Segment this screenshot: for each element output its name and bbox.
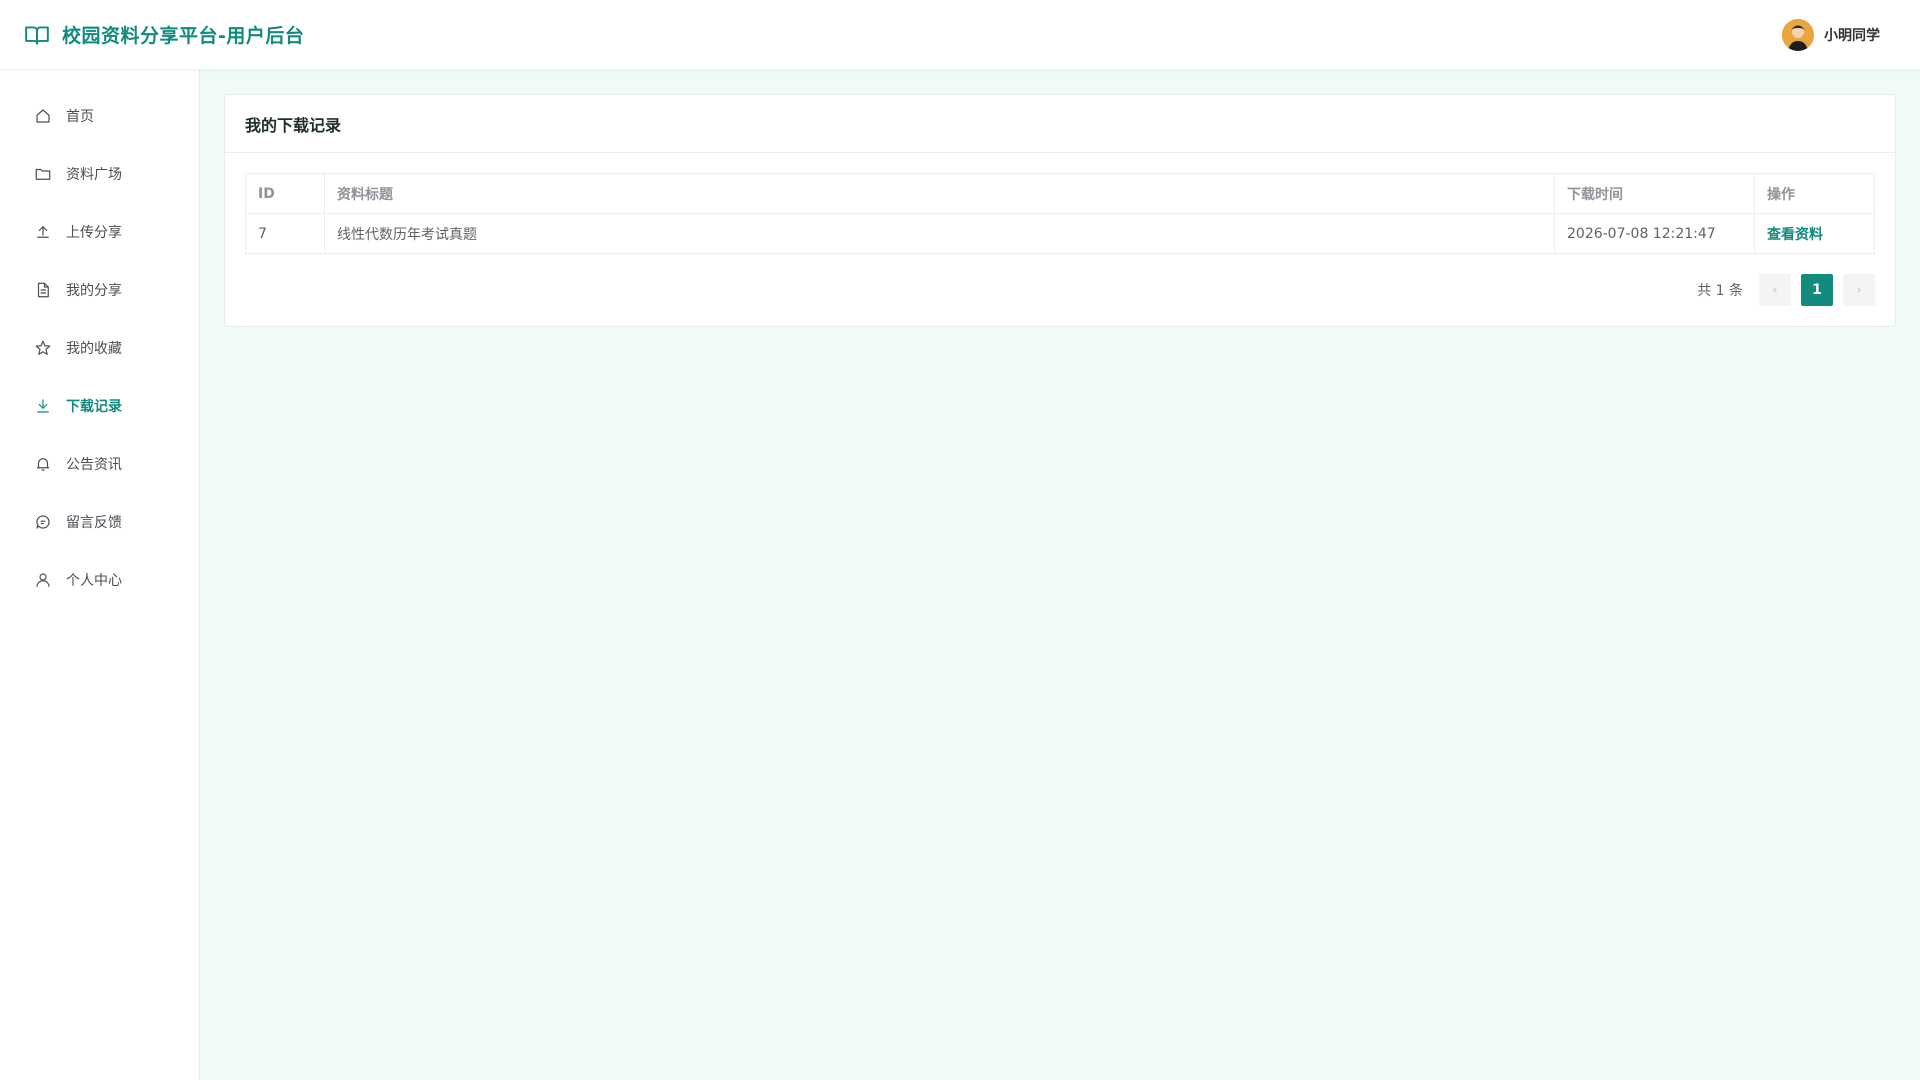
download-table: ID 资料标题 下载时间 操作 7 线性代数历年考试真题 2026-07-08 … xyxy=(245,173,1875,254)
sidebar-item-upload[interactable]: 上传分享 xyxy=(0,203,199,261)
sidebar-item-label: 资料广场 xyxy=(66,167,122,183)
sidebar-item-resource-square[interactable]: 资料广场 xyxy=(0,145,199,203)
star-icon xyxy=(34,339,52,357)
brand[interactable]: 校园资料分享平台-用户后台 xyxy=(24,21,304,48)
user-name: 小明同学 xyxy=(1824,27,1880,44)
sidebar-item-home[interactable]: 首页 xyxy=(0,87,199,145)
download-icon xyxy=(34,397,52,415)
sidebar-item-label: 上传分享 xyxy=(66,225,122,241)
sidebar-item-label: 公告资讯 xyxy=(66,457,122,473)
user-icon xyxy=(34,571,52,589)
book-open-icon xyxy=(24,22,50,48)
sidebar-item-label: 我的分享 xyxy=(66,283,122,299)
upload-icon xyxy=(34,223,52,241)
view-resource-button[interactable]: 查看资料 xyxy=(1767,227,1823,243)
next-page-button[interactable]: › xyxy=(1843,274,1875,306)
sidebar: 首页 资料广场 上传分享 我的分享 我的收藏 下载记录 公告资讯 留言反馈 个人… xyxy=(0,69,200,1080)
sidebar-item-label: 下载记录 xyxy=(66,399,122,415)
chat-icon xyxy=(34,513,52,531)
sidebar-item-feedback[interactable]: 留言反馈 xyxy=(0,493,199,551)
table-header-row: ID 资料标题 下载时间 操作 xyxy=(245,173,1875,214)
sidebar-item-profile[interactable]: 个人中心 xyxy=(0,551,199,609)
cell-id: 7 xyxy=(245,213,325,254)
sidebar-item-favorites[interactable]: 我的收藏 xyxy=(0,319,199,377)
pagination: 共 1 条 ‹ 1 › xyxy=(245,274,1875,306)
download-records-card: 我的下载记录 ID 资料标题 下载时间 操作 7 线性代数历年考试真题 2026… xyxy=(224,94,1896,327)
avatar[interactable] xyxy=(1782,18,1814,51)
bell-icon xyxy=(34,455,52,473)
sidebar-item-label: 个人中心 xyxy=(66,573,122,589)
sidebar-item-announcements[interactable]: 公告资讯 xyxy=(0,435,199,493)
cell-time: 2026-07-08 12:21:47 xyxy=(1554,213,1755,254)
table-row: 7 线性代数历年考试真题 2026-07-08 12:21:47 查看资料 xyxy=(245,213,1875,254)
top-header: 校园资料分享平台-用户后台 小明同学 xyxy=(0,0,1920,69)
card-title: 我的下载记录 xyxy=(225,95,1895,153)
sidebar-item-label: 留言反馈 xyxy=(66,515,122,531)
prev-page-button[interactable]: ‹ xyxy=(1759,274,1791,306)
home-icon xyxy=(34,107,52,125)
sidebar-item-label: 首页 xyxy=(66,109,94,125)
user-menu[interactable]: 小明同学 xyxy=(1782,18,1880,51)
cell-title: 线性代数历年考试真题 xyxy=(324,213,1555,254)
page-number-current[interactable]: 1 xyxy=(1801,274,1833,306)
column-header-action: 操作 xyxy=(1754,173,1875,214)
main-content: 我的下载记录 ID 资料标题 下载时间 操作 7 线性代数历年考试真题 2026… xyxy=(224,94,1896,327)
sidebar-item-my-shares[interactable]: 我的分享 xyxy=(0,261,199,319)
column-header-id[interactable]: ID xyxy=(245,173,325,214)
column-header-time[interactable]: 下载时间 xyxy=(1554,173,1755,214)
sidebar-item-label: 我的收藏 xyxy=(66,341,122,357)
app-title: 校园资料分享平台-用户后台 xyxy=(62,25,305,47)
sidebar-item-downloads[interactable]: 下载记录 xyxy=(0,377,199,435)
column-header-title[interactable]: 资料标题 xyxy=(324,173,1555,214)
document-icon xyxy=(34,281,52,299)
cell-action: 查看资料 xyxy=(1754,213,1875,254)
pagination-total: 共 1 条 xyxy=(1697,283,1743,299)
card-body: ID 资料标题 下载时间 操作 7 线性代数历年考试真题 2026-07-08 … xyxy=(225,153,1895,326)
folder-icon xyxy=(34,165,52,183)
